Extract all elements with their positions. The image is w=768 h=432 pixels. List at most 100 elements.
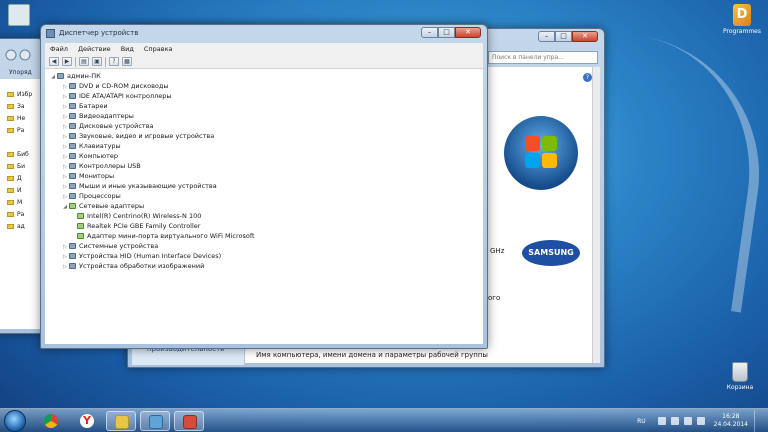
vertical-scrollbar[interactable] bbox=[592, 67, 600, 363]
explorer-item[interactable]: Д bbox=[7, 175, 22, 182]
explorer-item[interactable]: Би bbox=[7, 163, 25, 170]
tree-category[interactable]: ▷ DVD и CD-ROM дисководы bbox=[61, 81, 168, 91]
scan-hardware-icon[interactable]: ▦ bbox=[122, 57, 132, 66]
show-hide-tree-icon[interactable]: ▤ bbox=[79, 57, 89, 66]
folder-icon bbox=[7, 104, 14, 109]
tree-category[interactable]: ▷ Звуковые, видео и игровые устройства bbox=[61, 131, 214, 141]
explorer-window: Упоряд Избр За Не Ра Биб Би Д И М Ра ад bbox=[0, 38, 44, 334]
collapse-arrow-icon[interactable]: ◢ bbox=[49, 72, 57, 82]
cpu-ghz-snippet: GHz bbox=[490, 247, 505, 255]
close-button[interactable]: ✕ bbox=[455, 27, 481, 38]
logo-green bbox=[542, 136, 557, 151]
battery-icon bbox=[69, 103, 76, 109]
network-icon[interactable] bbox=[683, 417, 692, 425]
flag-icon[interactable] bbox=[670, 417, 679, 425]
close-button[interactable]: ✕ bbox=[572, 31, 598, 42]
computer-name-section: Имя компьютера, имени домена и параметры… bbox=[256, 351, 488, 359]
properties-icon[interactable]: ▣ bbox=[92, 57, 102, 66]
clock[interactable]: 16:28 24.04.2014 bbox=[714, 413, 748, 429]
display-adapter-icon bbox=[69, 113, 76, 119]
tree-category[interactable]: ▷ Дисковые устройства bbox=[61, 121, 153, 131]
clock-time: 16:28 bbox=[722, 413, 740, 420]
tree-category[interactable]: ▷ Мониторы bbox=[61, 171, 114, 181]
language-indicator[interactable]: RU bbox=[637, 418, 646, 425]
chrome-icon bbox=[44, 414, 58, 428]
menu-action[interactable]: Действие bbox=[73, 43, 116, 55]
tree-device[interactable]: Intel(R) Centrino(R) Wireless-N 100 bbox=[77, 211, 201, 221]
windows-logo-icon bbox=[504, 116, 578, 190]
expand-arrow-icon[interactable]: ▷ bbox=[61, 262, 69, 272]
menu-view[interactable]: Вид bbox=[116, 43, 139, 55]
minimize-button[interactable]: – bbox=[421, 27, 438, 38]
tree-category[interactable]: ▷ Мыши и иные указывающие устройства bbox=[61, 181, 217, 191]
explorer-item[interactable]: Ра bbox=[7, 211, 24, 218]
disk-drive-icon bbox=[69, 123, 76, 129]
device-manager-icon bbox=[183, 415, 197, 429]
explorer-item[interactable]: Избр bbox=[7, 91, 32, 98]
help-icon[interactable]: ? bbox=[583, 73, 592, 82]
minimize-button[interactable]: – bbox=[538, 31, 555, 42]
menu-help[interactable]: Справка bbox=[139, 43, 178, 55]
taskbar-explorer[interactable] bbox=[106, 411, 136, 431]
network-adapter-icon bbox=[77, 223, 84, 229]
tree-category[interactable]: ▷ Клавиатуры bbox=[61, 141, 121, 151]
explorer-item[interactable]: Не bbox=[7, 115, 25, 122]
search-input[interactable]: Поиск в панели упра... bbox=[488, 51, 598, 64]
desktop-shortcut-icon[interactable] bbox=[8, 4, 30, 26]
tree-category[interactable]: ▷ Компьютер bbox=[61, 151, 118, 161]
maximize-button[interactable]: □ bbox=[555, 31, 572, 42]
recycle-bin[interactable]: Корзина bbox=[724, 362, 756, 391]
desktop-logo[interactable]: D Programmes bbox=[722, 4, 762, 35]
device-manager-icon bbox=[46, 29, 55, 38]
taskbar-chrome[interactable] bbox=[36, 411, 66, 431]
recycle-bin-icon bbox=[732, 362, 748, 382]
tree-category[interactable]: ◢ Сетевые адаптеры bbox=[61, 201, 144, 211]
explorer-item[interactable]: Ра bbox=[7, 127, 24, 134]
logo-yellow bbox=[542, 153, 557, 168]
taskbar-device-manager[interactable] bbox=[174, 411, 204, 431]
tree-category[interactable]: ▷ Видеоадаптеры bbox=[61, 111, 134, 121]
tree-category[interactable]: ▷ Батареи bbox=[61, 101, 108, 111]
tree-category[interactable]: ▷ Системные устройства bbox=[61, 241, 158, 251]
tree-category[interactable]: ▷ Процессоры bbox=[61, 191, 121, 201]
device-manager-window: Диспетчер устройств – □ ✕ Файл Действие … bbox=[40, 24, 488, 349]
toolbar: ◀ ▶ ▤ ▣ ? ▦ bbox=[45, 55, 483, 69]
explorer-item[interactable]: За bbox=[7, 103, 25, 110]
tree-device[interactable]: Адаптер мини-порта виртуального WiFi Mic… bbox=[77, 231, 255, 241]
network-adapter-icon bbox=[77, 233, 84, 239]
back-arrow-icon[interactable]: ◀ bbox=[49, 57, 59, 66]
menu-file[interactable]: Файл bbox=[45, 43, 73, 55]
tree-category[interactable]: ▷ Контроллеры USB bbox=[61, 161, 141, 171]
oem-logo: SAMSUNG bbox=[522, 240, 580, 266]
tree-category[interactable]: ▷ Устройства обработки изображений bbox=[61, 261, 204, 271]
mouse-icon bbox=[69, 183, 76, 189]
tree-category[interactable]: ▷ IDE ATA/ATAPI контроллеры bbox=[61, 91, 171, 101]
explorer-item[interactable]: Биб bbox=[7, 151, 29, 158]
help-icon[interactable]: ? bbox=[109, 57, 119, 66]
show-hidden-icons-icon[interactable] bbox=[657, 417, 666, 425]
taskbar-control-panel[interactable] bbox=[140, 411, 170, 431]
taskbar-yandex[interactable]: Y bbox=[72, 411, 102, 431]
volume-icon[interactable] bbox=[696, 417, 705, 425]
show-desktop-button[interactable] bbox=[754, 410, 762, 432]
maximize-button[interactable]: □ bbox=[438, 27, 455, 38]
start-button[interactable] bbox=[4, 410, 26, 432]
folder-icon bbox=[115, 415, 129, 429]
organize-menu[interactable]: Упоряд bbox=[9, 69, 32, 76]
collapse-arrow-icon[interactable]: ◢ bbox=[61, 202, 69, 212]
logo-blue bbox=[525, 153, 540, 168]
back-forward-icon[interactable] bbox=[5, 49, 33, 61]
menu-bar: Файл Действие Вид Справка bbox=[45, 43, 483, 55]
explorer-item[interactable]: М bbox=[7, 199, 22, 206]
dvd-drive-icon bbox=[69, 83, 76, 89]
tree-device[interactable]: Realtek PCIe GBE Family Controller bbox=[77, 221, 200, 231]
device-manager-titlebar[interactable]: Диспетчер устройств – □ ✕ bbox=[41, 25, 487, 43]
folder-icon bbox=[7, 176, 14, 181]
tree-root[interactable]: ◢ админ-ПК bbox=[49, 71, 101, 81]
explorer-item[interactable]: ад bbox=[7, 223, 25, 230]
forward-arrow-icon[interactable]: ▶ bbox=[62, 57, 72, 66]
tree-category[interactable]: ▷ Устройства HID (Human Interface Devices… bbox=[61, 251, 221, 261]
folder-icon bbox=[7, 200, 14, 205]
explorer-item[interactable]: И bbox=[7, 187, 22, 194]
network-adapter-icon bbox=[77, 213, 84, 219]
